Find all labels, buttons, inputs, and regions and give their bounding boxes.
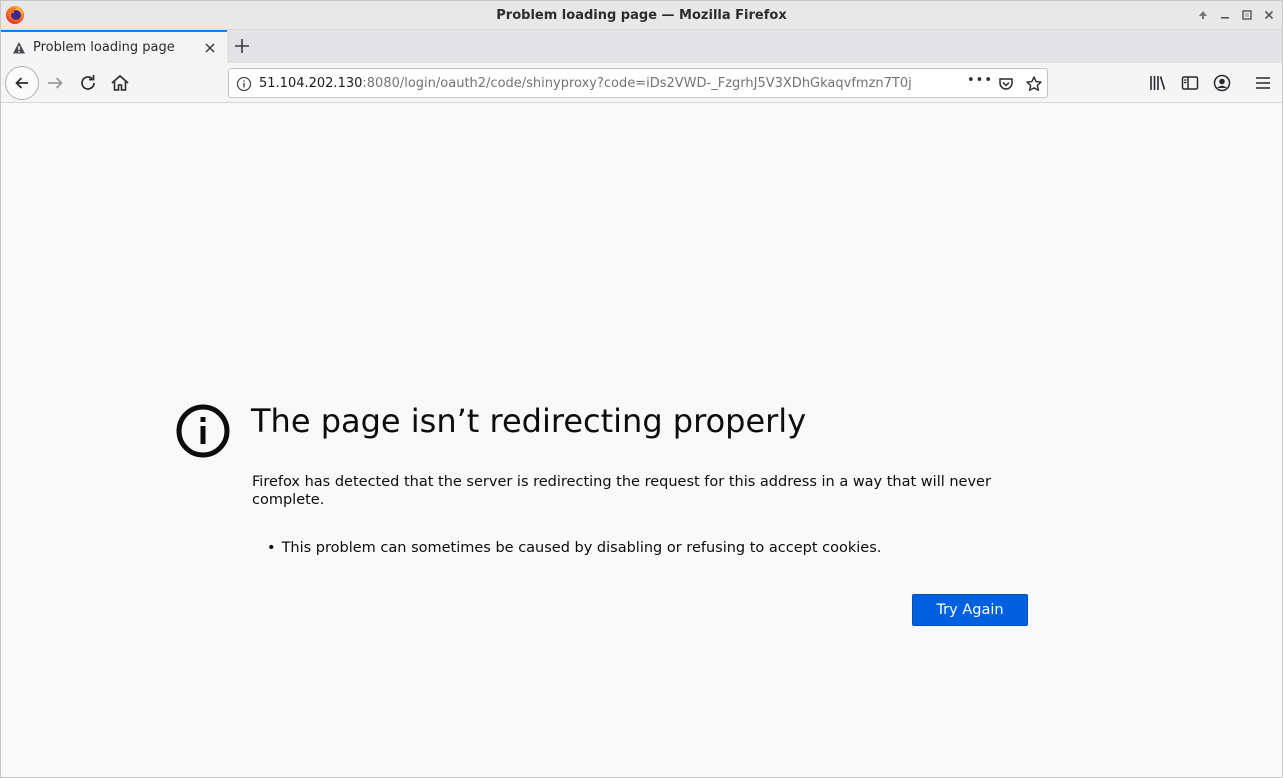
url-host: 51.104.202.130 xyxy=(259,76,363,91)
error-hints-list: This problem can sometimes be caused by … xyxy=(267,540,882,556)
account-icon[interactable] xyxy=(1212,73,1232,93)
error-page: The page isn’t redirecting properly Fire… xyxy=(1,104,1282,777)
tab-strip: Problem loading page xyxy=(1,30,1282,63)
hamburger-menu-icon[interactable] xyxy=(1253,73,1273,93)
url-text[interactable]: 51.104.202.130:8080/login/oauth2/code/sh… xyxy=(259,76,959,91)
tab-label: Problem loading page xyxy=(33,40,175,55)
pocket-icon[interactable] xyxy=(997,75,1015,93)
error-hint: This problem can sometimes be caused by … xyxy=(267,540,882,556)
info-circle-icon xyxy=(176,404,230,458)
try-again-button[interactable]: Try Again xyxy=(912,594,1028,626)
tab-close-icon[interactable] xyxy=(203,41,217,55)
site-info-icon[interactable] xyxy=(236,76,252,92)
new-tab-plus-icon[interactable] xyxy=(233,37,251,55)
url-path: :8080/login/oauth2/code/shinyproxy?code=… xyxy=(362,76,912,91)
title-bar: Problem loading page — Mozilla Firefox xyxy=(1,1,1282,30)
forward-arrow-icon[interactable] xyxy=(45,72,67,94)
back-arrow-icon xyxy=(15,77,28,89)
back-button[interactable] xyxy=(5,66,39,100)
close-icon[interactable] xyxy=(1260,6,1278,24)
up-arrow-icon[interactable] xyxy=(1194,6,1212,24)
window-title: Problem loading page — Mozilla Firefox xyxy=(496,8,787,23)
warning-icon xyxy=(13,41,25,53)
tab-problem-loading-page[interactable]: Problem loading page xyxy=(1,30,227,63)
home-icon[interactable] xyxy=(109,72,131,94)
page-actions-menu-icon[interactable]: ••• xyxy=(967,73,992,91)
sidebar-icon[interactable] xyxy=(1180,73,1200,93)
maximize-icon[interactable] xyxy=(1238,6,1256,24)
reload-icon[interactable] xyxy=(77,72,99,94)
error-title: The page isn’t redirecting properly xyxy=(251,402,807,440)
firefox-window: Problem loading page — Mozilla Firefox P… xyxy=(0,0,1283,778)
url-bar[interactable]: 51.104.202.130:8080/login/oauth2/code/sh… xyxy=(228,68,1048,98)
error-description: Firefox has detected that the server is … xyxy=(252,474,991,508)
library-icon[interactable] xyxy=(1148,73,1168,93)
bookmark-star-icon[interactable] xyxy=(1025,75,1043,93)
minimize-icon[interactable] xyxy=(1216,6,1234,24)
navigation-toolbar: 51.104.202.130:8080/login/oauth2/code/sh… xyxy=(1,63,1282,103)
